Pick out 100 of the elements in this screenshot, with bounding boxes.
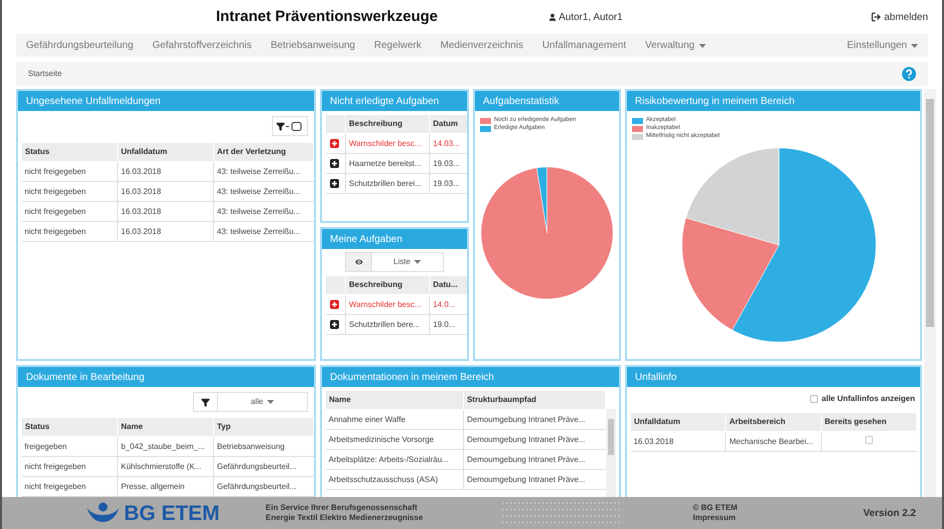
filter-icon [201,398,210,406]
column-header[interactable]: Datu... [430,276,467,294]
table-row[interactable]: Schutzbrillen berei... 19.03... [326,174,467,194]
column-header[interactable]: Typ [214,418,314,436]
table-cell: nicht freigegeben [22,476,118,496]
column-header[interactable]: Name [326,390,464,410]
help-icon[interactable] [902,67,916,81]
column-header[interactable]: Unfalldatum [630,412,726,432]
table-cell: Schutzbrillen bere... [346,314,430,334]
nav-item[interactable]: Gefährdungsbeurteilung [26,38,134,53]
table-cell: b_042_staube_beim_... [118,436,214,456]
user-icon [548,12,557,22]
table-row[interactable]: Schutzbrillen bere... 19.0... [326,314,467,334]
impressum-link[interactable]: Impressum [692,513,738,523]
checkbox[interactable] [810,395,818,403]
copyright: © BG ETEM [692,503,738,513]
table-cell: 19.0... [430,314,467,334]
plus-square-icon[interactable] [330,179,338,188]
column-header[interactable]: Strukturbaumpfad [463,390,606,410]
table-cell: Haarnetze bereitst... [346,154,430,174]
column-header[interactable]: Beschreibung [346,276,430,294]
filter-button[interactable] [272,116,308,136]
scrollbar-thumb[interactable] [608,419,614,455]
plus-square-icon[interactable] [330,159,338,168]
table-cell: 43: teilweise Zerreißu... [214,202,314,222]
header-cell [326,276,346,294]
logout-link[interactable]: abmelden [871,10,928,24]
table-cell: 16.03.2018 [118,202,214,222]
table-cell: 14.03... [430,134,467,154]
table-cell: 16.03.2018 [118,162,214,182]
plus-square-icon[interactable] [330,320,338,329]
table-cell: 19.03... [430,174,467,194]
panel-title: Dokumentationen in meinem Bereich [330,370,494,384]
table-cell: Warnschilder besc... [346,294,430,314]
tagline: Energie Textil Elektro Medienerzeugnisse [266,513,423,523]
settings-menu[interactable]: Einstellungen [846,38,918,53]
table-cell: nicht freigegeben [22,182,118,202]
table-cell: Gefährdungsbeurteil... [214,456,314,476]
column-header[interactable]: Datum [430,114,467,134]
nav-item[interactable]: Betriebsanweisung [270,38,356,53]
table-cell: 14.0... [430,294,467,314]
table-cell: Arbeitsmedizinische Vorsorge [326,430,464,450]
nav-item[interactable]: Regelwerk [374,38,422,53]
table-cell: Mechanische Bearbei... [726,432,822,452]
column-header[interactable]: Status [22,142,118,162]
caret-icon [911,44,918,48]
user-name: Autor1, Autor1 [558,10,623,24]
panel-title: Meine Aufgaben [330,232,402,246]
table-row[interactable]: Haarnetze bereitst... 19.03... [326,154,467,174]
table-cell: 16.03.2018 [630,432,726,452]
column-header[interactable]: Name [118,418,214,436]
table-cell: Annahme einer Waffe [326,410,464,430]
table-cell: Arbeitsplätze: Arbeits-/Sozialräu... [326,450,464,470]
table-cell: Schutzbrillen berei... [346,174,430,194]
table-row[interactable]: Warnschilder besc... 14.03... [326,134,467,154]
scrollbar[interactable] [606,409,616,497]
table-cell: freigegeben [22,436,118,456]
tagline: Ein Service Ihrer Berufsgenossenschaft [266,503,418,513]
checkbox-label[interactable]: alle Unfallinfos anzeigen [822,393,915,405]
caret-icon [414,260,422,264]
scrollbar[interactable] [924,89,936,497]
table-cell: 43: teilweise Zerreißu... [214,182,314,202]
column-header[interactable]: Bereits gesehen [821,412,916,432]
header-cell [326,114,346,134]
table-cell: nicht freigegeben [22,222,118,242]
table-row[interactable]: Warnschilder besc... 14.0... [326,294,467,314]
logout-icon [871,12,882,22]
view-toggle[interactable] [346,253,372,271]
table-cell: nicht freigegeben [22,456,118,476]
column-header[interactable]: Status [22,418,118,436]
app-title: Intranet Präventionswerkzeuge [216,6,438,27]
table-cell: Warnschilder besc... [346,134,430,154]
table-cell: 43: teilweise Zerreißu... [214,222,314,242]
nav-item[interactable]: Gefahrstoffverzeichnis [152,38,252,53]
column-header[interactable]: Unfalldatum [118,142,214,162]
scrollbar-thumb[interactable] [926,99,934,327]
table-cell: Kühlschmierstoffe (K... [118,456,214,476]
checkbox[interactable] [865,436,874,444]
table-cell: nicht freigegeben [22,202,118,222]
table-cell: 16.03.2018 [118,182,214,202]
breadcrumb-link[interactable]: Startseite [28,68,62,80]
caret-icon [698,44,706,48]
nav-item[interactable]: Medienverzeichnis [440,38,524,53]
logo-text: BG ETEM [124,502,220,524]
column-header[interactable]: Arbeitsbereich [726,412,822,432]
panel-title: Risikobewertung in meinem Bereich [635,94,795,108]
nav-item[interactable]: Verwaltung [645,38,706,53]
panel-title: Aufgabenstatistik [483,94,560,108]
version-label: Version 2.2 [863,506,916,520]
filter-icon [276,122,285,130]
column-header[interactable]: Beschreibung [346,114,430,134]
table-cell: 16.03.2018 [118,222,214,242]
panel-title: Dokumente in Bearbeitung [26,370,144,384]
nav-item[interactable]: Unfallmanagement [542,38,626,53]
table-cell: nicht freigegeben [22,162,118,182]
eye-icon [354,257,364,267]
caret-icon [267,400,274,404]
table-cell: 19.03... [430,154,467,174]
column-header[interactable]: Art der Verletzung [214,142,314,162]
table-cell: 43: teilweise Zerreißu... [214,162,314,182]
